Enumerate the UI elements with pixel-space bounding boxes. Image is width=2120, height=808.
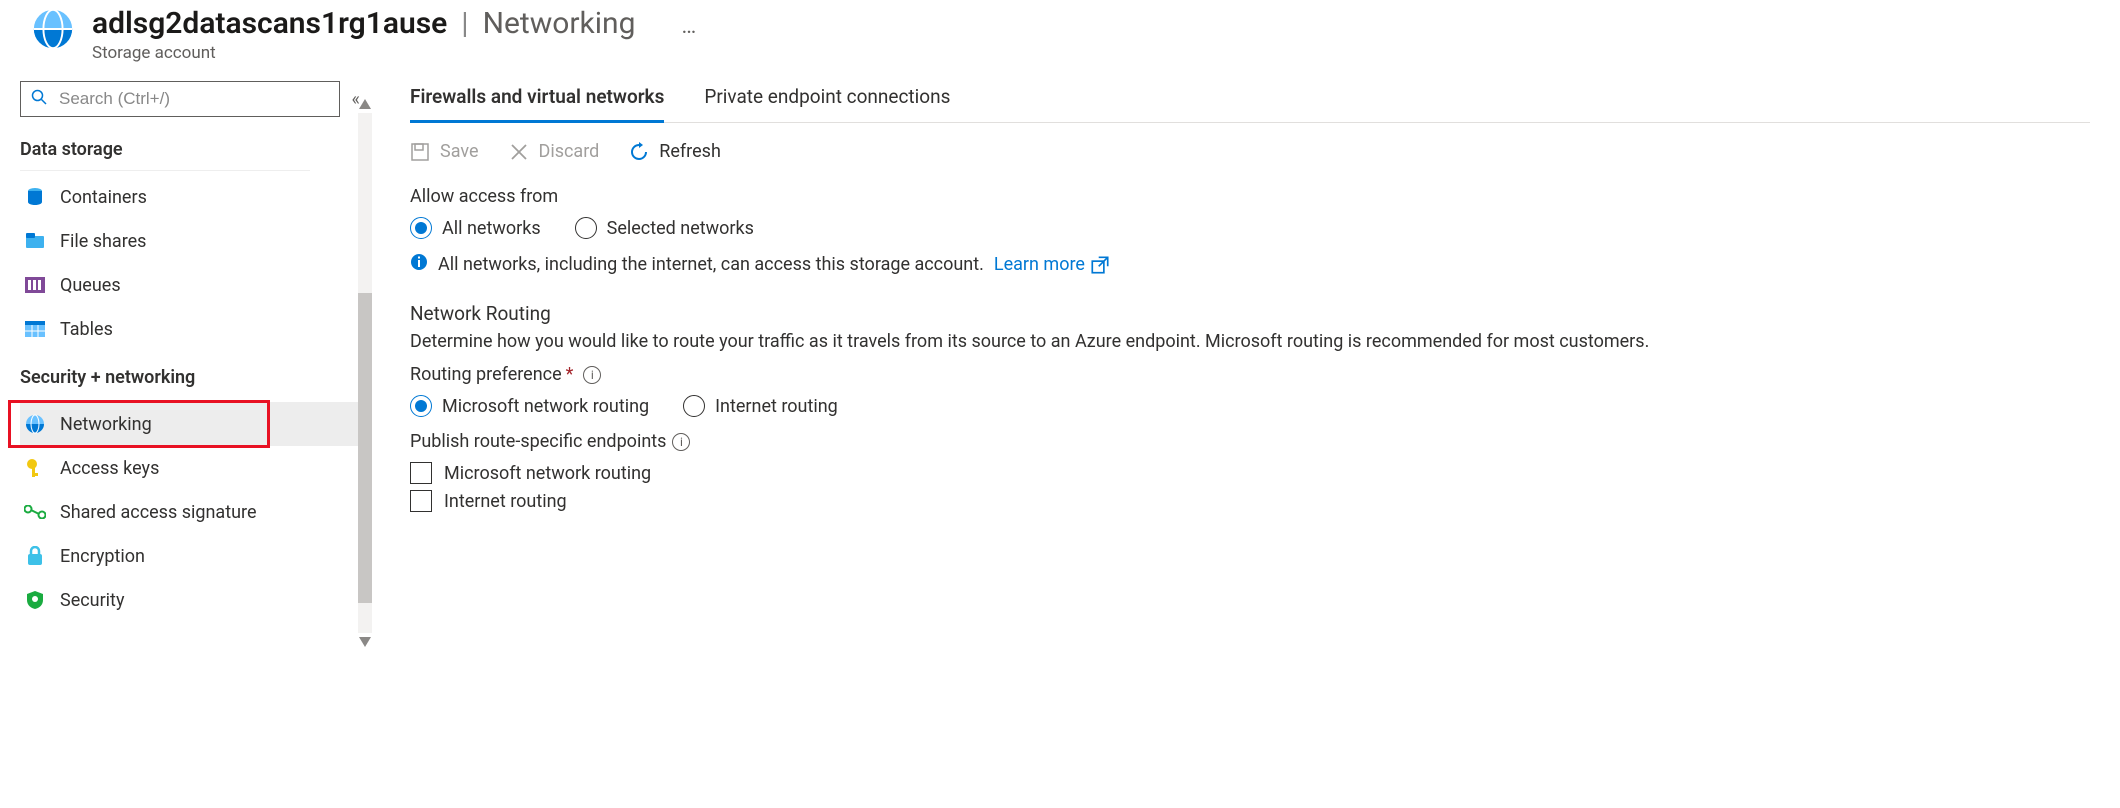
radio-label: Microsoft network routing [442, 396, 649, 417]
checkbox-publish-ms-routing[interactable]: Microsoft network routing [410, 462, 2090, 484]
container-icon [24, 187, 46, 207]
info-text: All networks, including the internet, ca… [438, 254, 984, 275]
shield-icon [24, 590, 46, 610]
discard-button[interactable]: Discard [509, 141, 600, 162]
sidebar-group-security-networking[interactable]: Security + networking [20, 359, 310, 398]
main-content: Firewalls and virtual networks Private e… [360, 73, 2100, 622]
queues-icon [24, 277, 46, 293]
sidebar-item-sas[interactable]: Shared access signature [20, 490, 360, 534]
page-title: Networking [483, 6, 636, 41]
sidebar-item-label: Tables [60, 319, 113, 340]
learn-more-link[interactable]: Learn more [994, 254, 1109, 275]
radio-selected-networks[interactable]: Selected networks [575, 217, 754, 239]
search-input[interactable] [57, 88, 329, 110]
resource-name: adlsg2datascans1rg1ause [92, 6, 447, 41]
routing-title: Network Routing [410, 302, 2090, 325]
sidebar-item-tables[interactable]: Tables [20, 307, 360, 351]
allow-access-label: Allow access from [410, 186, 2090, 207]
sidebar-item-file-shares[interactable]: File shares [20, 219, 360, 263]
sidebar-item-label: Shared access signature [60, 502, 257, 523]
radio-all-networks[interactable]: All networks [410, 217, 541, 239]
sidebar-item-label: Containers [60, 187, 147, 208]
radio-label: Selected networks [607, 218, 754, 239]
discard-label: Discard [539, 141, 600, 162]
page-header: adlsg2datascans1rg1ause | Networking Sto… [20, 0, 2100, 73]
info-tooltip-icon[interactable]: i [672, 433, 690, 451]
tabs: Firewalls and virtual networks Private e… [410, 77, 2090, 123]
sidebar-item-queues[interactable]: Queues [20, 263, 360, 307]
title-separator: | [457, 6, 472, 41]
radio-microsoft-routing[interactable]: Microsoft network routing [410, 395, 649, 417]
resource-type: Storage account [92, 43, 635, 63]
tab-private-endpoints[interactable]: Private endpoint connections [704, 77, 950, 122]
publish-endpoints-label: Publish route-specific endpointsi [410, 431, 2090, 452]
sidebar-item-label: Security [60, 590, 124, 611]
save-button[interactable]: Save [410, 141, 479, 162]
sidebar-group-data-storage[interactable]: Data storage [20, 131, 310, 171]
sidebar: « Data storage Containers File shares Qu… [20, 73, 360, 622]
info-tooltip-icon[interactable]: i [583, 366, 601, 384]
sidebar-search[interactable] [20, 81, 340, 117]
sidebar-item-containers[interactable]: Containers [20, 175, 360, 219]
command-bar: Save Discard Refresh [410, 141, 2090, 162]
radio-label: Internet routing [715, 396, 838, 417]
checkbox-label: Internet routing [444, 491, 567, 512]
refresh-button[interactable]: Refresh [629, 141, 721, 162]
checkbox-publish-internet-routing[interactable]: Internet routing [410, 490, 2090, 512]
routing-pref-label: Routing preference*i [410, 364, 2090, 385]
lock-icon [24, 546, 46, 566]
fileshare-icon [24, 232, 46, 250]
sidebar-item-label: Encryption [60, 546, 145, 567]
sidebar-item-access-keys[interactable]: Access keys [20, 446, 360, 490]
sidebar-item-encryption[interactable]: Encryption [20, 534, 360, 578]
refresh-label: Refresh [659, 141, 721, 162]
sidebar-item-label: Networking [60, 414, 152, 435]
networking-icon [24, 414, 46, 434]
radio-internet-routing[interactable]: Internet routing [683, 395, 838, 417]
checkbox-label: Microsoft network routing [444, 463, 651, 484]
radio-label: All networks [442, 218, 541, 239]
sidebar-item-label: Queues [60, 275, 121, 296]
resource-globe-icon [30, 6, 76, 57]
key-icon [24, 458, 46, 478]
sidebar-item-networking[interactable]: Networking [20, 402, 360, 446]
more-actions-button[interactable]: … [651, 14, 696, 39]
tables-icon [24, 321, 46, 337]
sidebar-item-label: Access keys [60, 458, 159, 479]
sidebar-item-label: File shares [60, 231, 146, 252]
search-icon [31, 89, 47, 110]
tab-firewalls[interactable]: Firewalls and virtual networks [410, 77, 664, 123]
sidebar-item-security[interactable]: Security [20, 578, 360, 622]
sas-icon [24, 505, 46, 519]
save-label: Save [440, 141, 479, 162]
routing-desc: Determine how you would like to route yo… [410, 331, 2090, 352]
info-icon [410, 253, 428, 276]
